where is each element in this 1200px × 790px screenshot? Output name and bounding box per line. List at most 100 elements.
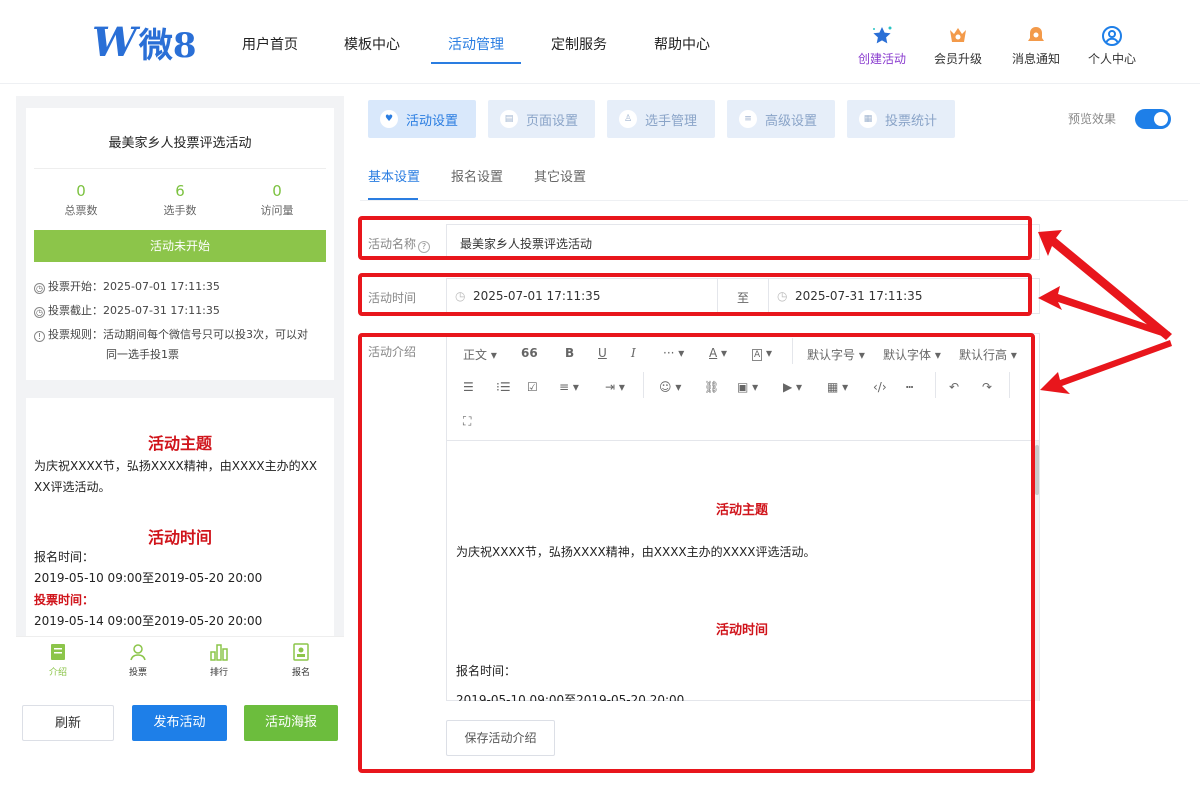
tab-vote[interactable]: 投票 [113,643,163,678]
step-activity-settings[interactable]: ♥ 活动设置 [368,100,476,138]
more-format-dropdown[interactable]: ··· ▾ [663,346,684,360]
user-icon [1082,24,1142,48]
activity-poster-button[interactable]: 活动海报 [244,705,338,741]
mobile-tab-bar: 介绍 投票 排行 报名 [16,636,344,682]
stat-value: 0 [272,182,282,200]
paragraph-select[interactable]: 正文 ▾ [463,346,497,363]
member-upgrade-button[interactable]: 会员升级 [928,24,988,67]
code-icon[interactable]: ‹/› [873,380,887,394]
tab-vote-label: 投票 [128,668,147,678]
toolbar-divider [792,338,793,364]
step-vote-statistics[interactable]: ▦ 投票统计 [847,100,955,138]
bold-icon[interactable]: B [565,346,574,360]
nav-help-center[interactable]: 帮助中心 [654,34,710,54]
preview-theme-heading: 活动主题 [147,434,212,453]
activity-summary-card: 最美家乡人投票评选活动 0 总票数 6 选手数 0 访问量 活动未开始 ◷ 投票开… [26,108,334,380]
subtab-signup-settings[interactable]: 报名设置 [451,166,503,185]
step-page-settings[interactable]: ▤ 页面设置 [488,100,595,138]
logo-text: 微8 [138,25,197,66]
numbered-list-icon[interactable]: ⁝☰ [496,380,511,394]
stats-icon: ▦ [859,110,877,128]
arrow-to-time [1038,286,1170,338]
divider-line-icon[interactable]: ┅ [906,380,913,394]
todo-checkbox-icon[interactable]: ☑ [527,380,538,394]
tab-intro[interactable]: 介绍 [33,643,83,678]
more-label: ··· [663,346,675,360]
underline-icon[interactable]: U [598,346,607,360]
redo-icon[interactable]: ↷ [982,380,992,394]
preview-effect-label: 预览效果 [1068,112,1117,126]
signup-icon [276,643,326,663]
italic-icon[interactable]: I [631,346,636,360]
font-size-select[interactable]: 默认字号 ▾ [807,346,865,363]
personal-center-button[interactable]: 个人中心 [1082,24,1142,67]
table-dropdown-icon[interactable]: ▦ ▾ [827,380,848,394]
tab-ranking[interactable]: 排行 [194,643,244,678]
bullet-list-icon[interactable]: ☰ [463,380,474,394]
time-range-separator: 至 [737,291,750,305]
preview-theme-text-2: XX评选活动。 [34,480,111,494]
vote-start-text: 投票开始：2025-07-01 17:11:35 [48,280,220,293]
line-height-label: 默认行高 [959,348,1008,362]
toolbar-divider [935,372,936,398]
image-dropdown-icon[interactable]: ▣ ▾ [737,380,758,394]
stat-label: 访问量 [260,204,294,217]
step-contestant-management[interactable]: ♙ 选手管理 [607,100,715,138]
stat-visits: 0 访问量 [232,182,322,218]
emoji-dropdown-icon[interactable]: ☺ ▾ [659,380,681,394]
content-theme-text: 为庆祝XXXX节，弘扬XXXX精神，由XXXX主办的XXXX评选活动。 [456,545,816,559]
editor-content[interactable]: 活动主题 为庆祝XXXX节，弘扬XXXX精神，由XXXX主办的XXXX评选活动。… [447,441,1039,701]
info-icon: ! [34,331,45,342]
subtab-basic-settings[interactable]: 基本设置 [368,166,420,185]
nav-custom-service[interactable]: 定制服务 [551,34,607,54]
quote-icon[interactable]: 66 [521,346,538,360]
align-dropdown-icon[interactable]: ≡ ▾ [559,380,579,394]
vote-rule-continued: 同一选手投1票 [106,348,179,361]
help-icon[interactable]: ? [418,241,431,253]
mobile-intro-preview: 活动主题 为庆祝XXXX节，弘扬XXXX精神，由XXXX主办的XX XX评选活动… [26,398,334,636]
notifications-button[interactable]: 消息通知 [1006,24,1066,67]
logo[interactable]: W 微8 [92,19,197,66]
background-color-dropdown[interactable]: A ▾ [752,346,772,361]
indent-dropdown-icon[interactable]: ⇥ ▾ [605,380,625,394]
crown-icon [928,24,988,48]
nav-user-home[interactable]: 用户首页 [242,34,298,54]
subtab-divider [360,200,1188,201]
step-advanced-settings[interactable]: ≡ 高级设置 [727,100,835,138]
toolbar-divider [1009,372,1010,398]
content-theme-heading: 活动主题 [447,499,1037,518]
video-dropdown-icon[interactable]: ▶ ▾ [783,380,802,394]
editor-scrollbar[interactable] [1035,441,1039,701]
logo-mark: W [92,18,137,66]
fullscreen-icon[interactable]: ⛶ [463,414,471,429]
scrollbar-thumb[interactable] [1035,445,1039,495]
font-family-select[interactable]: 默认字体 ▾ [883,346,941,363]
toggle-knob [1154,112,1168,126]
create-activity-button[interactable]: 创建活动 [852,24,912,67]
activity-time-label: 活动时间 [368,291,417,305]
refresh-button[interactable]: 刷新 [22,705,114,741]
preview-toggle[interactable] [1135,109,1171,129]
rich-text-editor: 正文 ▾ 66 B U I ··· ▾ A ▾ A ▾ 默认字号 ▾ 默认字体 … [446,333,1040,701]
top-header: W 微8 用户首页 模板中心 活动管理 定制服务 帮助中心 创建活动 会员升级 … [0,0,1200,84]
save-intro-button[interactable]: 保存活动介绍 [446,720,555,756]
vote-start-info: ◷ 投票开始：2025-07-01 17:11:35 [34,278,220,294]
member-upgrade-label: 会员升级 [933,52,982,66]
line-height-select[interactable]: 默认行高 ▾ [959,346,1017,363]
font-color-dropdown[interactable]: A ▾ [709,346,727,360]
content-time-heading: 活动时间 [715,623,768,638]
label-text: 活动名称 [368,237,417,251]
tab-signup[interactable]: 报名 [276,643,326,678]
nav-template-center[interactable]: 模板中心 [344,34,400,54]
tab-intro-label: 介绍 [48,668,67,678]
activity-intro-label: 活动介绍 [368,345,417,359]
nav-activity-management[interactable]: 活动管理 [448,34,504,54]
nav-active-underline [431,62,521,64]
person-icon: ♙ [619,110,637,128]
link-icon[interactable]: ⛓ [704,380,719,394]
subtab-other-settings[interactable]: 其它设置 [534,166,586,185]
undo-icon[interactable]: ↶ [949,380,959,394]
bar-chart-icon [194,643,244,663]
personal-center-label: 个人中心 [1087,52,1136,66]
publish-activity-button[interactable]: 发布活动 [132,705,227,741]
